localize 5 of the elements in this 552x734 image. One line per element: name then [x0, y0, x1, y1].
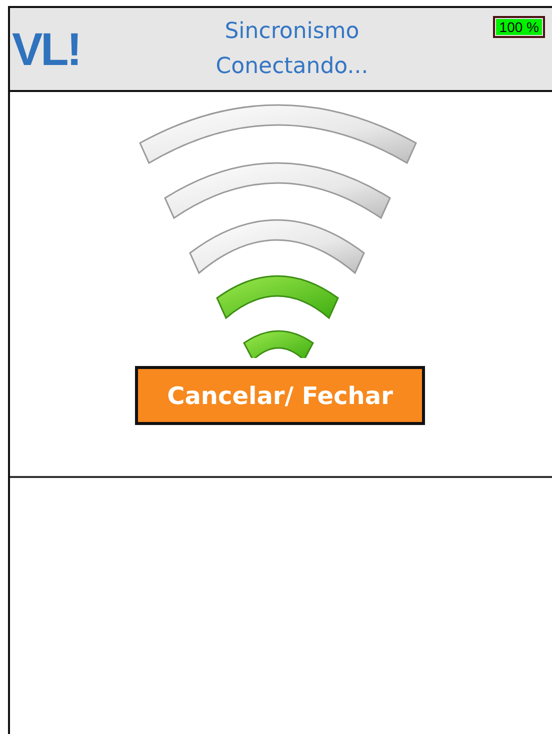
- screen-title: Sincronismo: [224, 19, 360, 44]
- status-text: Conectando...: [216, 54, 368, 79]
- cancel-button[interactable]: Cancelar/ Fechar: [135, 366, 425, 425]
- logo: VL!: [12, 22, 82, 76]
- battery-indicator: 100 %: [493, 16, 545, 38]
